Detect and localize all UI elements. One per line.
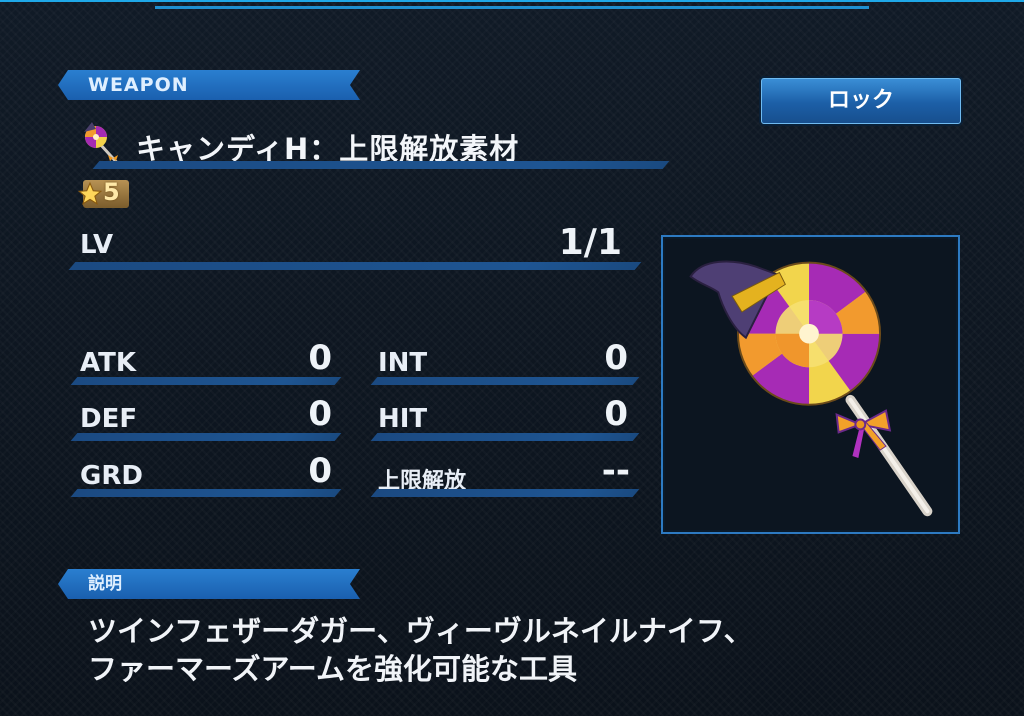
limit-break-value: -- xyxy=(601,451,630,491)
description-section-label: 説明 xyxy=(88,574,122,594)
atk-label: ATK xyxy=(80,348,136,378)
level-value: 1/1 xyxy=(558,222,622,263)
star-icon xyxy=(77,181,103,205)
grd-underline xyxy=(70,489,342,497)
top-border xyxy=(0,0,1024,12)
atk-underline xyxy=(70,377,342,385)
weapon-section-label: WEAPON xyxy=(88,74,189,96)
description-line-1: ツインフェザーダガー、ヴィーヴルネイルナイフ、 xyxy=(88,614,753,648)
limit-break-underline xyxy=(370,489,640,497)
hit-underline xyxy=(370,433,640,441)
grd-label: GRD xyxy=(80,461,143,491)
item-name-underline xyxy=(92,161,670,169)
weapon-section-header: WEAPON xyxy=(58,70,360,100)
level-underline xyxy=(68,262,642,270)
int-value: 0 xyxy=(604,338,628,378)
item-image-frame xyxy=(661,235,960,534)
int-label: INT xyxy=(378,348,428,378)
def-label: DEF xyxy=(80,404,138,434)
description-section-header: 説明 xyxy=(58,569,360,599)
atk-value: 0 xyxy=(308,338,332,378)
hit-value: 0 xyxy=(604,394,628,434)
int-underline xyxy=(370,377,640,385)
grd-value: 0 xyxy=(308,451,332,491)
def-value: 0 xyxy=(308,394,332,434)
item-description: ツインフェザーダガー、ヴィーヴルネイルナイフ、 ファーマーズアームを強化可能な工… xyxy=(88,612,948,688)
def-underline xyxy=(70,433,342,441)
hit-label: HIT xyxy=(378,404,428,434)
lollipop-image xyxy=(689,260,933,517)
rarity-value: 5 xyxy=(103,178,120,206)
lock-button[interactable]: ロック xyxy=(761,78,961,124)
rarity-badge: 5 xyxy=(77,178,131,210)
level-label: LV xyxy=(80,230,114,260)
description-line-2: ファーマーズアームを強化可能な工具 xyxy=(88,652,577,686)
